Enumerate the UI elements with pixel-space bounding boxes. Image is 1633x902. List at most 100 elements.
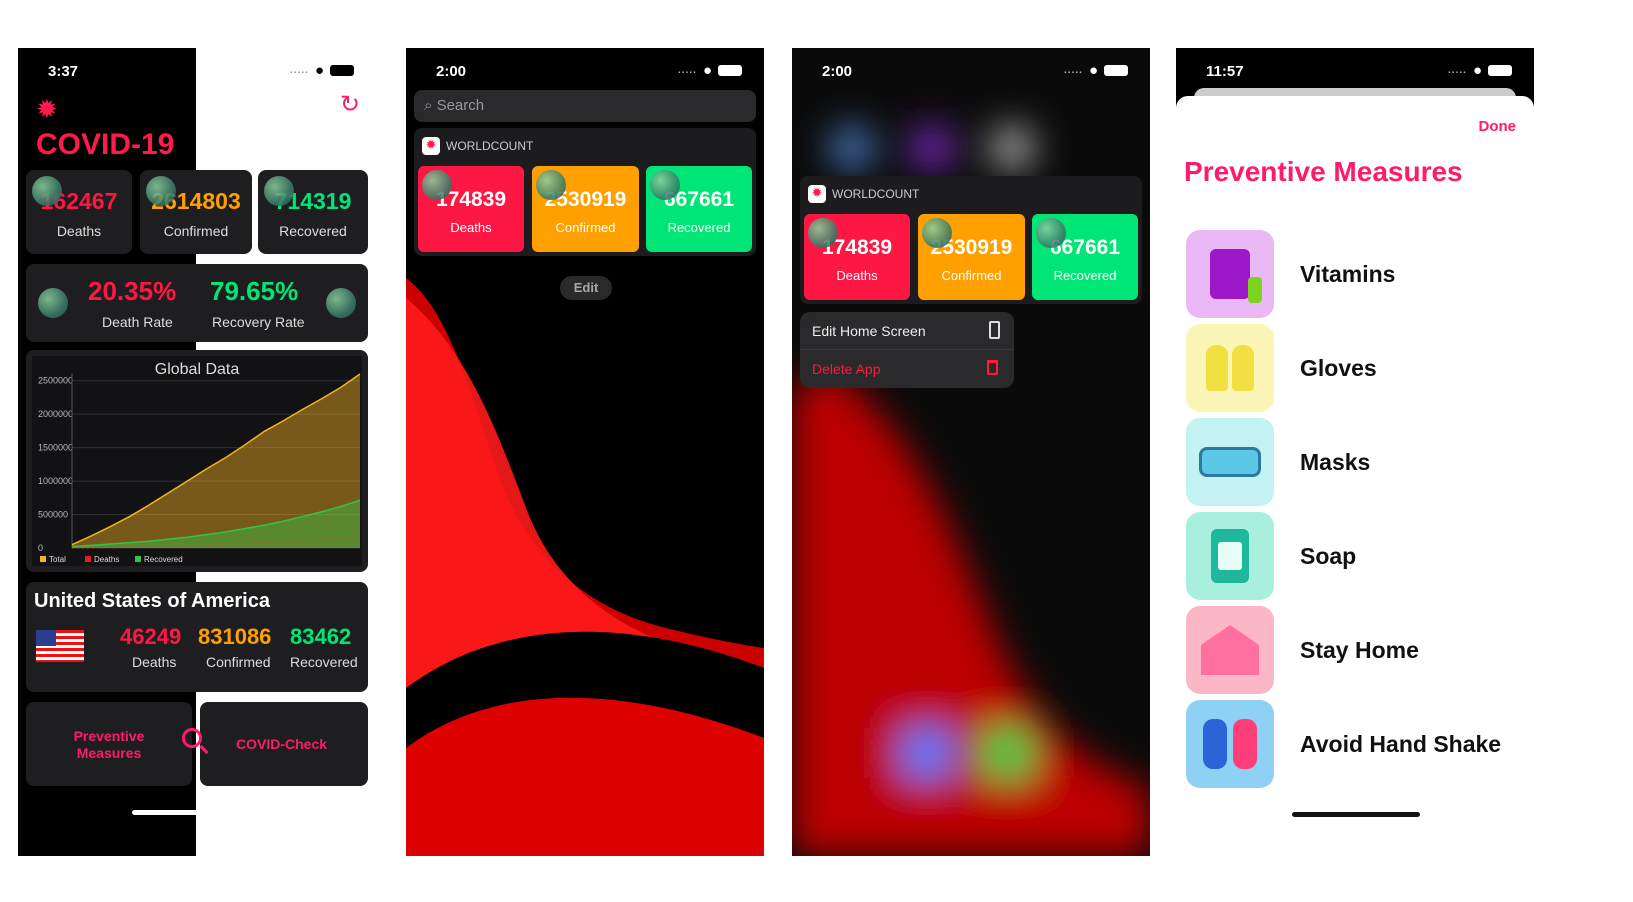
refresh-icon[interactable]: ↻	[340, 90, 360, 119]
widget-confirmed-tile: 2530919 Confirmed	[532, 166, 639, 252]
button-label: Preventive Measures	[73, 728, 145, 761]
soap-icon	[1186, 512, 1274, 600]
y-tick-label: 2500000	[38, 376, 73, 386]
mask-icon	[1186, 418, 1274, 506]
country-deaths-label: Deaths	[132, 654, 177, 670]
death-rate-label: Death Rate	[102, 314, 173, 330]
list-item-masks[interactable]: Masks	[1186, 418, 1370, 506]
globe-icon	[536, 170, 566, 200]
global-recovered-card: 714319 Recovered	[258, 170, 368, 254]
battery-icon	[1488, 65, 1512, 76]
home-indicator	[1292, 812, 1420, 817]
menu-item-label: Delete App	[812, 361, 881, 377]
status-bar: 2:00 ..... ●	[792, 48, 1150, 92]
preventive-measures-button[interactable]: Preventive Measures	[26, 702, 192, 786]
widget-name: WORLDCOUNT	[832, 187, 920, 201]
covid-check-button[interactable]: COVID-Check	[200, 702, 368, 786]
tile-label: Recovered	[1053, 268, 1117, 283]
menu-item-edit-home-screen[interactable]: Edit Home Screen	[800, 312, 1014, 350]
trash-icon	[987, 360, 998, 375]
global-confirmed-card: 2614803 Confirmed	[140, 170, 252, 254]
worldcount-widget[interactable]: ✹ WORLDCOUNT 174839 Deaths 2530919 Confi…	[414, 128, 756, 256]
y-tick-label: 2000000	[38, 409, 73, 419]
status-time: 2:00	[436, 63, 467, 80]
legend-swatch	[85, 556, 91, 562]
country-confirmed-label: Confirmed	[206, 654, 271, 670]
stat-label: Deaths	[56, 223, 102, 239]
search-placeholder: Search	[436, 97, 485, 114]
globe-icon	[326, 288, 356, 318]
menu-item-delete-app[interactable]: Delete App	[800, 350, 1014, 388]
item-label: Gloves	[1300, 354, 1377, 381]
y-tick-label: 1000000	[38, 476, 73, 486]
list-item-avoid-hand-shake[interactable]: Avoid Hand Shake	[1186, 700, 1501, 788]
widget-deaths-tile: 174839 Deaths	[418, 166, 524, 252]
widget-recovered-tile: 667661 Recovered	[1032, 214, 1138, 300]
vitamins-icon	[1186, 230, 1274, 318]
button-label: COVID-Check	[236, 736, 328, 752]
worldcount-widget[interactable]: ✹ WORLDCOUNT 174839 Deaths 2530919 Confi…	[800, 176, 1142, 304]
list-item-gloves[interactable]: Gloves	[1186, 324, 1377, 412]
item-label: Vitamins	[1300, 260, 1396, 287]
menu-item-label: Edit Home Screen	[812, 323, 926, 339]
blurred-wallpaper	[792, 128, 1150, 856]
home-indicator	[132, 810, 260, 815]
edit-widgets-button[interactable]: Edit	[560, 276, 612, 300]
item-label: Stay Home	[1300, 636, 1419, 663]
virus-logo-icon: ✹	[36, 94, 58, 124]
search-icon[interactable]	[178, 724, 214, 760]
page-title: Preventive Measures	[1184, 156, 1463, 187]
recovery-rate-value: 79.65%	[210, 276, 299, 306]
chart-title: Global Data	[155, 361, 240, 378]
tile-label: Deaths	[450, 220, 492, 235]
screen-covid-dashboard: 3:37 ..... ● ✹ ↻ COVID-19 162467 Deaths 2…	[18, 48, 376, 856]
globe-icon	[1036, 218, 1066, 248]
legend-label: Deaths	[94, 555, 119, 564]
stat-label: Confirmed	[163, 223, 229, 239]
country-deaths-value: 46249	[120, 624, 182, 649]
done-button[interactable]: Done	[1479, 118, 1517, 135]
wifi-icon: ●	[702, 62, 712, 79]
tile-label: Confirmed	[555, 220, 616, 235]
tile-label: Recovered	[667, 220, 731, 235]
list-item-vitamins[interactable]: Vitamins	[1186, 230, 1395, 318]
stat-label: Recovered	[279, 223, 347, 239]
widget-deaths-tile: 174839 Deaths	[804, 214, 910, 300]
screen-widget-context-menu: 2:00 ..... ● ✹ WORLDCOUNT 174839 Deaths 2…	[792, 48, 1150, 856]
globe-icon	[922, 218, 952, 248]
widget-name: WORLDCOUNT	[446, 139, 534, 153]
wifi-icon: ●	[314, 62, 324, 79]
y-tick-label: 1500000	[38, 443, 73, 453]
battery-icon	[718, 65, 742, 76]
country-recovered-label: Recovered	[290, 654, 358, 670]
wifi-icon: ●	[1088, 62, 1098, 79]
screen-widget-today: 2:00 ..... ● ⌕ Search ✹ WORLDCOUNT 174839…	[406, 48, 764, 856]
globe-icon	[32, 176, 62, 206]
y-tick-label: 500000	[38, 510, 68, 520]
list-item-stay-home[interactable]: Stay Home	[1186, 606, 1419, 694]
global-data-chart: Global Data 0 500000 1000000 1500000 2000000 2…	[32, 356, 362, 566]
item-label: Soap	[1300, 542, 1357, 569]
wifi-icon: ●	[1472, 62, 1482, 79]
tile-label: Deaths	[836, 268, 878, 283]
app-title: COVID-19	[36, 128, 175, 161]
status-time: 3:37	[48, 63, 79, 80]
search-bar[interactable]: ⌕ Search	[414, 90, 756, 122]
widget-recovered-tile: 667661 Recovered	[646, 166, 752, 252]
widget-confirmed-tile: 2530919 Confirmed	[918, 214, 1025, 300]
status-bar: 11:57 ..... ●	[1176, 48, 1534, 92]
death-rate-value: 20.35%	[88, 276, 177, 306]
us-flag-icon	[36, 630, 84, 662]
search-icon: ⌕	[424, 97, 433, 114]
list-item-soap[interactable]: Soap	[1186, 512, 1356, 600]
gloves-icon	[1186, 324, 1274, 412]
legend-label: Recovered	[144, 555, 183, 564]
legend-swatch	[40, 556, 46, 562]
country-card: United States of America 46249 Deaths 83…	[26, 582, 368, 692]
global-deaths-card: 162467 Deaths	[26, 170, 132, 254]
recovery-rate-label: Recovery Rate	[212, 314, 305, 330]
country-name: United States of America	[34, 590, 270, 612]
status-time: 11:57	[1206, 63, 1244, 80]
globe-icon	[808, 218, 838, 248]
status-bar: 3:37 ..... ●	[18, 48, 376, 92]
